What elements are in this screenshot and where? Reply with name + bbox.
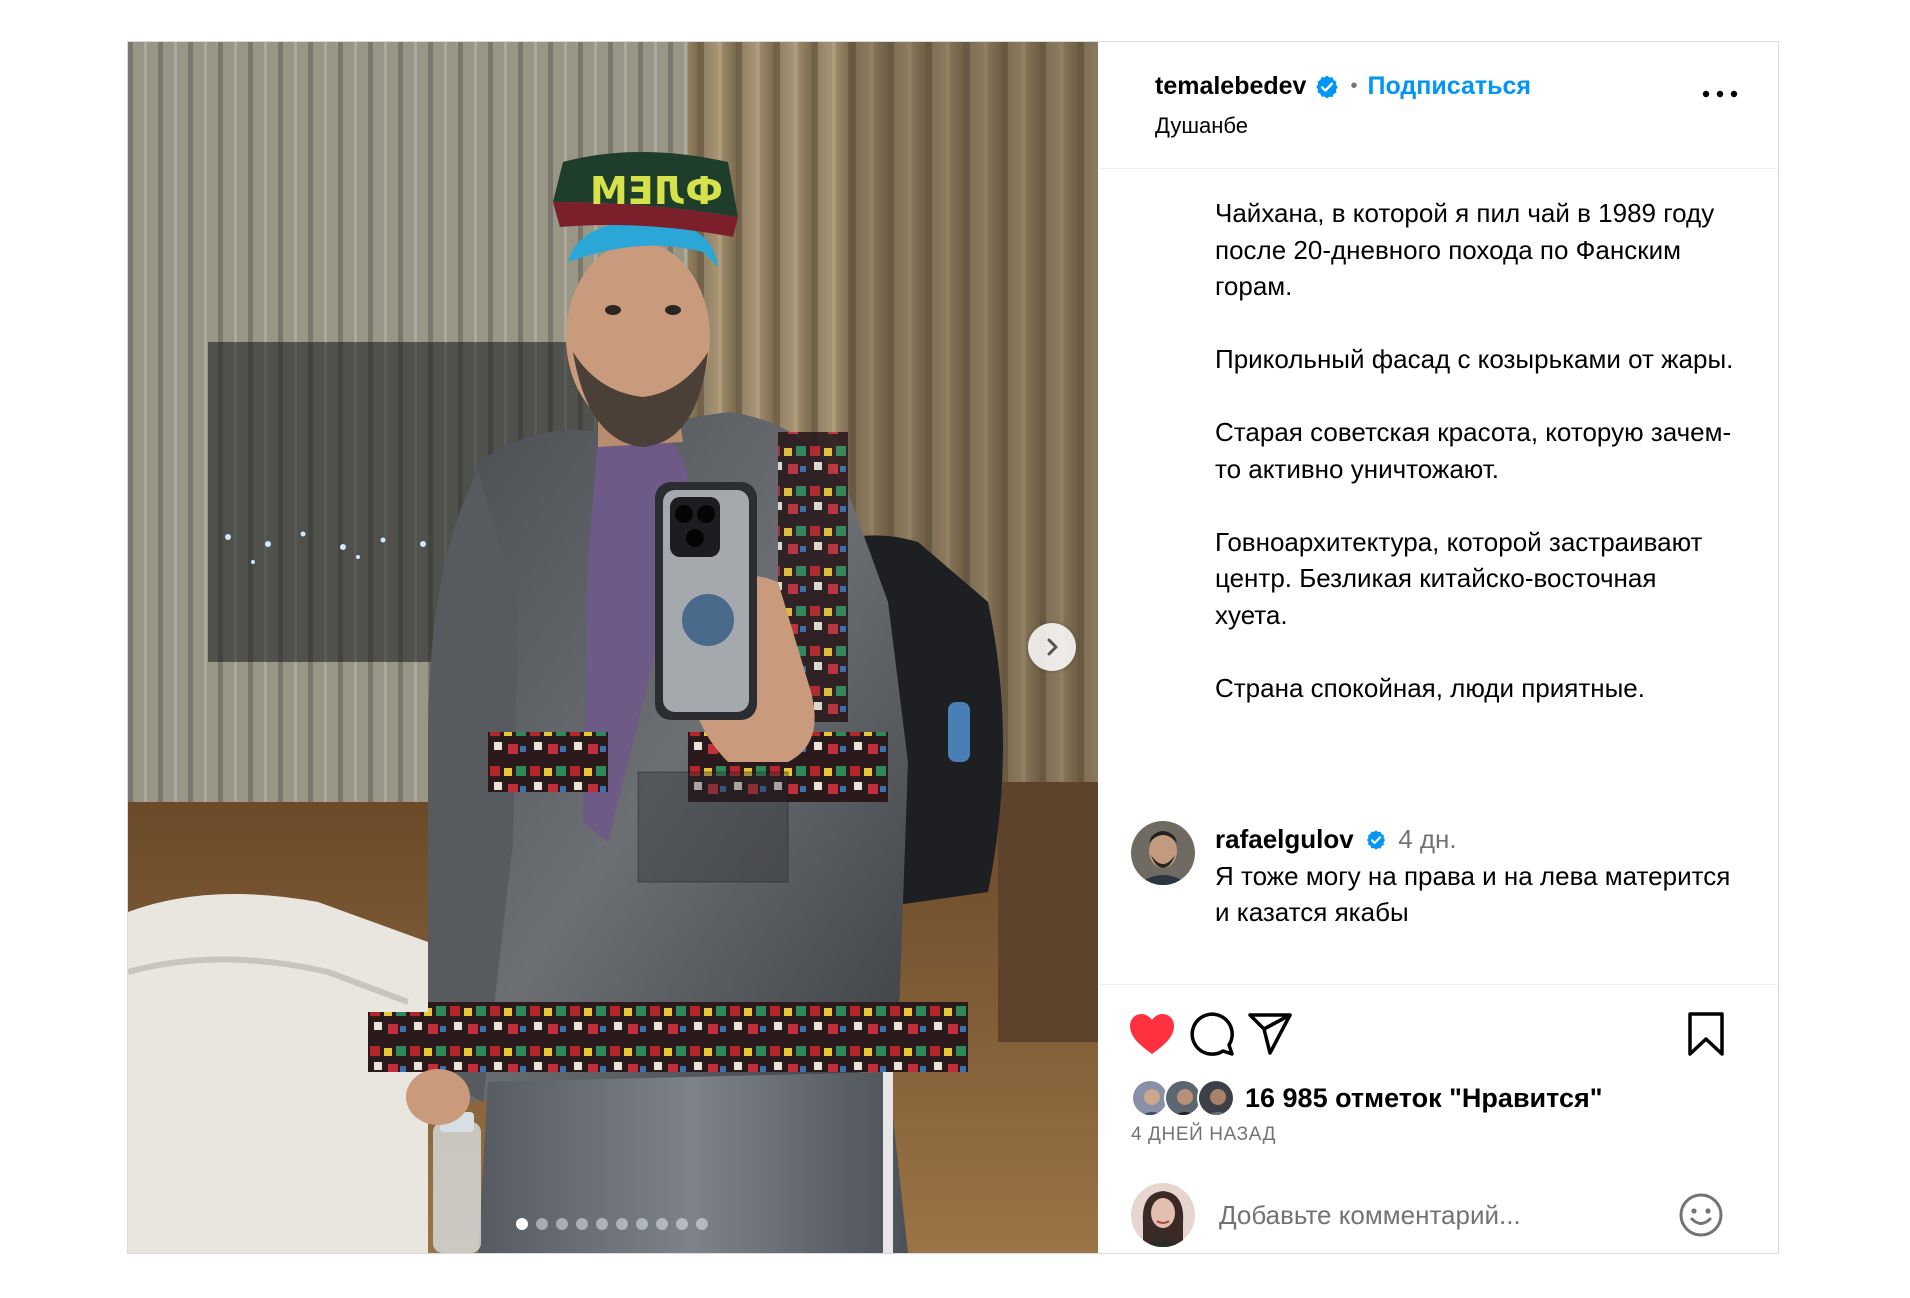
likes-count[interactable]: 16 985 отметок "Нравится" — [1245, 1083, 1603, 1114]
comment-text: Я тоже могу на права и на лева матерится… — [1215, 860, 1731, 928]
post-photo[interactable]: ФЛЕМ — [128, 42, 1098, 1253]
current-user-avatar-image — [1131, 1183, 1195, 1247]
verified-badge-icon — [1366, 830, 1386, 850]
comment-button[interactable] — [1187, 1009, 1237, 1059]
carousel-dot — [536, 1218, 548, 1230]
follow-button[interactable]: Подписаться — [1367, 72, 1530, 101]
like-button[interactable] — [1127, 1009, 1177, 1059]
commenter-username[interactable]: rafaelgulov — [1215, 824, 1354, 854]
paper-plane-icon — [1248, 1013, 1292, 1055]
likers-avatars[interactable] — [1131, 1079, 1235, 1117]
carousel-dot — [516, 1218, 528, 1230]
carousel-dot — [696, 1218, 708, 1230]
post-location[interactable]: Душанбе — [1155, 113, 1248, 139]
more-horizontal-icon — [1702, 90, 1738, 98]
comments-scroll-area[interactable]: Чайхана, в которой я пил чай в 1989 году… — [1099, 169, 1778, 984]
carousel-dot — [636, 1218, 648, 1230]
add-comment-input[interactable] — [1217, 1189, 1681, 1241]
verified-badge-icon — [1316, 75, 1339, 98]
caption-paragraph: Страна спокойная, люди приятные. — [1215, 672, 1645, 703]
header-separator: • — [1350, 75, 1358, 97]
carousel-dot — [556, 1218, 568, 1230]
heart-filled-icon — [1130, 1014, 1174, 1054]
comment-time[interactable]: 4 дн. — [1398, 824, 1456, 854]
carousel-dot — [676, 1218, 688, 1230]
liker-avatar — [1197, 1079, 1235, 1117]
caption-paragraph: Прикольный фасад с козырьками от жары. — [1215, 344, 1734, 374]
emoji-smile-icon — [1679, 1193, 1723, 1237]
caption-paragraph: Старая советская красота, которую зачем-… — [1215, 417, 1732, 484]
comment-bubble-icon — [1190, 1012, 1234, 1056]
add-comment-bar — [1099, 1175, 1778, 1253]
post-details-panel: temalebedev • Подписаться Душанбе Чайхан… — [1099, 42, 1778, 1253]
post-date[interactable]: 4 ДНЕЙ НАЗАД — [1131, 1124, 1276, 1146]
share-button[interactable] — [1245, 1009, 1295, 1059]
post-actions: 16 985 отметок "Нравится" 4 ДНЕЙ НАЗАД — [1099, 984, 1778, 1254]
post-header: temalebedev • Подписаться Душанбе — [1099, 42, 1778, 169]
post-caption: Чайхана, в которой я пил чай в 1989 году… — [1215, 195, 1735, 743]
save-button[interactable] — [1681, 1009, 1731, 1059]
carousel-dot — [576, 1218, 588, 1230]
current-user-avatar — [1131, 1183, 1195, 1247]
photo-scene: ФЛЕМ — [128, 42, 1098, 1253]
emoji-button[interactable] — [1677, 1191, 1725, 1239]
carousel-dot — [656, 1218, 668, 1230]
carousel-indicator — [516, 1218, 708, 1230]
more-options-button[interactable] — [1700, 84, 1740, 104]
bookmark-icon — [1688, 1012, 1724, 1056]
commenter-avatar[interactable] — [1131, 821, 1195, 885]
next-photo-button[interactable] — [1028, 623, 1076, 671]
carousel-dot — [616, 1218, 628, 1230]
carousel-dot — [596, 1218, 608, 1230]
commenter-avatar-image — [1131, 821, 1195, 885]
likes-summary: 16 985 отметок "Нравится" — [1131, 1079, 1603, 1117]
caption-paragraph: Чайхана, в которой я пил чай в 1989 году… — [1215, 198, 1715, 301]
svg-text:ФЛЕМ: ФЛЕМ — [590, 169, 723, 213]
author-username[interactable]: temalebedev — [1155, 72, 1306, 101]
caption-paragraph: Говноархитектура, которой застраивают це… — [1215, 526, 1703, 630]
instagram-post: ФЛЕМ temalebedev • Подписаться Душанбе Ч… — [127, 41, 1779, 1254]
chevron-right-icon — [1047, 638, 1058, 656]
